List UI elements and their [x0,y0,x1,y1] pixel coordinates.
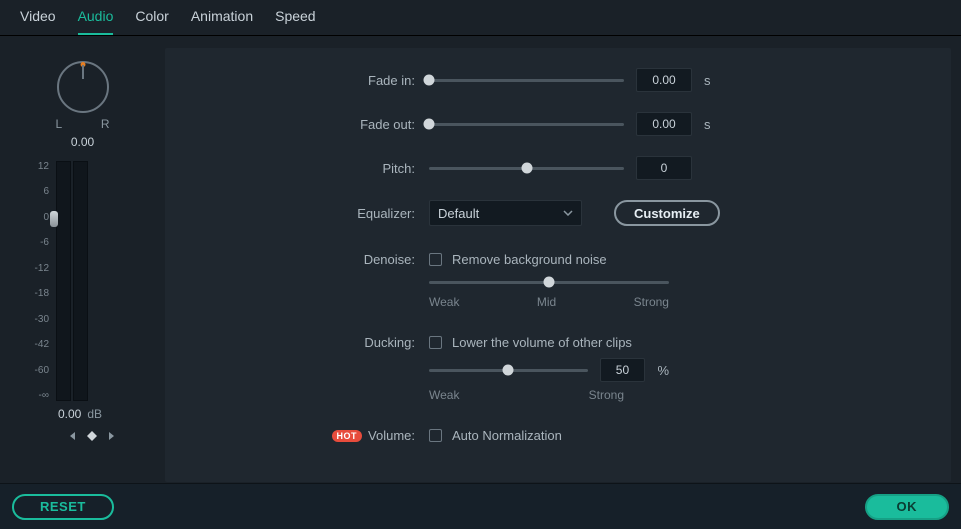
denoise-slider[interactable] [429,275,669,289]
tab-video[interactable]: Video [20,8,56,35]
ducking-checkbox-label: Lower the volume of other clips [452,335,632,350]
keyframe-prev-icon[interactable] [67,431,77,441]
fade-out-unit: s [704,117,711,132]
db-slider-handle[interactable] [50,211,58,227]
equalizer-label: Equalizer: [165,206,429,221]
audio-settings-panel: Fade in: 0.00 s Fade out: 0.00 s Pitch: … [165,48,951,482]
fade-out-slider[interactable] [429,117,624,131]
denoise-label: Denoise: [165,252,429,267]
balance-left-label: L [56,117,63,131]
tab-speed[interactable]: Speed [275,8,315,35]
tab-animation[interactable]: Animation [191,8,253,35]
db-value: 0.00 [58,407,81,421]
pitch-value[interactable]: 0 [636,156,692,180]
volume-label: HOT Volume: [165,428,429,443]
tab-color[interactable]: Color [135,8,168,35]
pitch-slider[interactable] [429,161,624,175]
db-scale: 12 6 0 -6 -12 -18 -30 -42 -60 -∞ [22,161,52,401]
auto-normalization-label: Auto Normalization [452,428,562,443]
fade-in-slider[interactable] [429,73,624,87]
knob-indicator-icon [80,62,85,67]
footer: RESET OK [0,483,961,529]
chevron-down-icon [563,210,573,216]
fade-out-value[interactable]: 0.00 [636,112,692,136]
denoise-weak-label: Weak [429,295,459,309]
denoise-checkbox[interactable] [429,253,442,266]
denoise-checkbox-label: Remove background noise [452,252,607,267]
pitch-label: Pitch: [165,161,429,176]
auto-normalization-checkbox[interactable] [429,429,442,442]
left-panel: L R 0.00 12 6 0 -6 -12 -18 -30 -42 -60 -… [0,36,165,482]
db-meter: 12 6 0 -6 -12 -18 -30 -42 -60 -∞ [22,161,155,401]
denoise-mid-label: Mid [537,295,556,309]
tab-bar: Video Audio Color Animation Speed [0,0,961,36]
db-bar-right [73,161,88,401]
equalizer-selected: Default [438,206,479,221]
customize-button[interactable]: Customize [614,200,720,226]
keyframe-controls [28,431,155,441]
ducking-slider[interactable] [429,363,588,377]
fade-in-value[interactable]: 0.00 [636,68,692,92]
ducking-unit: % [657,363,669,378]
ducking-label: Ducking: [165,335,429,350]
fade-in-label: Fade in: [165,73,429,88]
keyframe-add-icon[interactable] [87,431,97,441]
ducking-checkbox[interactable] [429,336,442,349]
balance-value: 0.00 [10,135,155,149]
ok-button[interactable]: OK [865,494,950,520]
ducking-weak-label: Weak [429,388,459,402]
balance-right-label: R [101,117,110,131]
tab-audio[interactable]: Audio [78,8,114,35]
keyframe-next-icon[interactable] [107,431,117,441]
db-bar-left [56,161,71,401]
ducking-value[interactable]: 50 [600,358,646,382]
fade-out-label: Fade out: [165,117,429,132]
balance-control: L R 0.00 [10,61,155,149]
db-unit: dB [87,407,102,421]
fade-in-unit: s [704,73,711,88]
ducking-strong-label: Strong [589,388,624,402]
content-area: L R 0.00 12 6 0 -6 -12 -18 -30 -42 -60 -… [0,36,961,482]
reset-button[interactable]: RESET [12,494,114,520]
equalizer-select[interactable]: Default [429,200,582,226]
hot-badge: HOT [332,430,363,442]
balance-knob[interactable] [57,61,109,113]
denoise-strong-label: Strong [634,295,669,309]
